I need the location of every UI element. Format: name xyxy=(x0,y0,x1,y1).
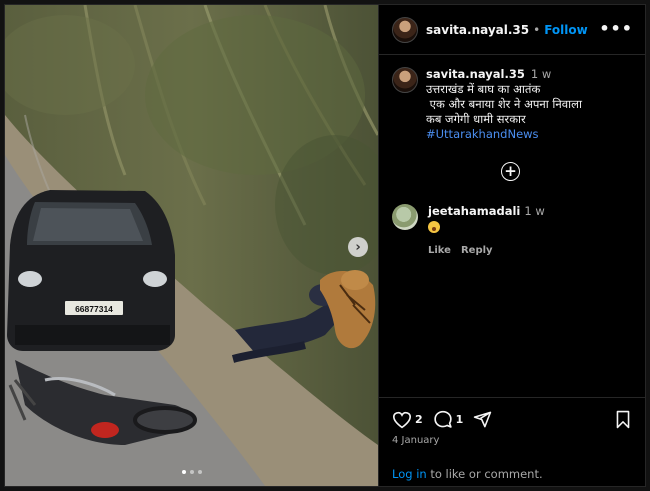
caption-line: उत्तराखंड में बाघ का आतंक xyxy=(426,82,541,96)
caption: savita.nayal.35 1 w उत्तराखंड में बाघ का … xyxy=(392,67,632,142)
share-icon[interactable] xyxy=(473,410,492,429)
comment-username[interactable]: jeetahamadali xyxy=(428,204,520,218)
heart-icon[interactable] xyxy=(392,411,412,429)
page-frame: 66877314 › savita.nayal.35 • Follow ••• … xyxy=(0,0,650,491)
video-frame-scene: 66877314 xyxy=(5,5,378,486)
caption-time: 1 w xyxy=(530,67,552,81)
author-username[interactable]: savita.nayal.35 xyxy=(426,23,529,37)
post-media[interactable]: 66877314 › xyxy=(5,5,378,486)
car-shape: 66877314 xyxy=(7,190,175,351)
comment-reply-button[interactable]: Reply xyxy=(461,243,493,258)
license-plate-text: 66877314 xyxy=(75,304,113,314)
carousel-dot xyxy=(198,470,202,474)
avatar[interactable] xyxy=(392,16,418,43)
comment-avatar[interactable] xyxy=(392,204,418,230)
post-dialog: 66877314 › savita.nayal.35 • Follow ••• … xyxy=(4,4,646,487)
post-actions-section: 2 1 4 January Log in to like or comment. xyxy=(379,397,645,486)
like-count: 2 xyxy=(415,413,423,426)
caption-line: एक और बनाया शेर ने अपना निवाला xyxy=(426,97,582,111)
follow-button[interactable]: Follow xyxy=(544,23,588,37)
more-options-icon[interactable]: ••• xyxy=(599,19,633,38)
separator-dot: • xyxy=(533,22,541,37)
comment-time: 1 w xyxy=(524,204,545,218)
comment-count: 1 xyxy=(455,413,464,426)
carousel-dot xyxy=(182,470,186,474)
login-prompt: Log in to like or comment. xyxy=(392,467,543,481)
caption-username[interactable]: savita.nayal.35 xyxy=(426,67,525,81)
comment-like-button[interactable]: Like xyxy=(428,243,451,258)
bookmark-icon[interactable] xyxy=(615,410,631,429)
comment-icon[interactable] xyxy=(433,410,453,429)
caption-line: कब जगेगी धामी सरकार xyxy=(426,112,526,126)
carousel-indicator xyxy=(182,470,202,474)
post-date[interactable]: 4 January xyxy=(392,435,439,446)
login-prompt-text: to like or comment. xyxy=(426,467,543,481)
chevron-right-icon[interactable]: › xyxy=(348,237,368,257)
hashtag-link[interactable]: #UttarakhandNews xyxy=(426,127,582,142)
post-header: savita.nayal.35 • Follow ••• xyxy=(379,5,645,55)
post-sidebar: savita.nayal.35 • Follow ••• savita.naya… xyxy=(378,5,645,486)
carousel-dot xyxy=(190,470,194,474)
comment-item: jeetahamadali 1 w Like Reply xyxy=(392,204,545,258)
astonished-face-emoji xyxy=(428,221,440,233)
view-more-comments-icon[interactable]: + xyxy=(501,162,520,181)
caption-avatar[interactable] xyxy=(392,67,418,93)
login-link[interactable]: Log in xyxy=(392,467,427,481)
